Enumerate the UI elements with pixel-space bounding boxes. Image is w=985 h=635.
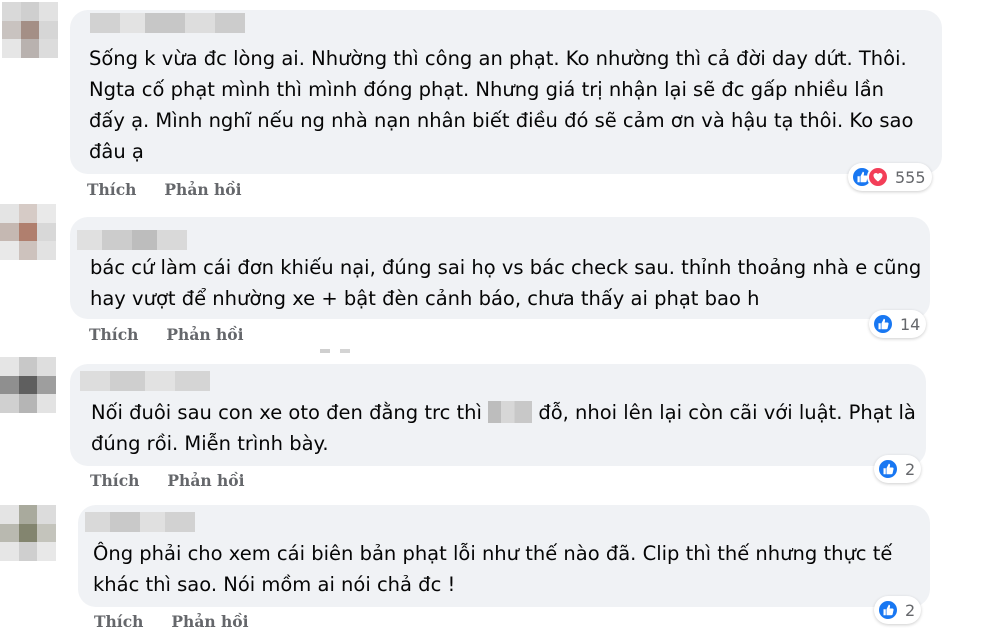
author-name-blurred[interactable] xyxy=(77,230,187,250)
comment-actions: Thích Phản hồi xyxy=(90,471,245,490)
reaction-count: 2 xyxy=(905,459,916,479)
comment-text-line: Nối đuôi sau con xe oto đen đằng trc thì… xyxy=(91,397,916,428)
divider-artifact xyxy=(320,349,360,353)
comment-text-line: đúng rồi. Miễn trình bày. xyxy=(91,432,329,455)
like-icon xyxy=(872,313,894,335)
reaction-summary[interactable]: 555 xyxy=(848,163,932,191)
reaction-count: 2 xyxy=(905,600,916,620)
comment-actions: Thích Phản hồi xyxy=(94,612,249,631)
reaction-summary[interactable]: 2 xyxy=(874,455,922,483)
comment-text-segment: Nối đuôi sau con xe oto đen đằng trc thì xyxy=(91,401,482,424)
comment-text-line: bác cứ làm cái đơn khiếu nại, đúng sai h… xyxy=(90,256,922,279)
like-button[interactable]: Thích xyxy=(89,325,138,344)
reaction-count: 555 xyxy=(895,167,926,187)
censored-word-blur xyxy=(488,401,533,423)
author-name-blurred[interactable] xyxy=(80,371,210,391)
comment-text-line: đâu ạ xyxy=(89,140,144,163)
avatar[interactable] xyxy=(2,2,58,58)
author-name-blurred[interactable] xyxy=(85,512,195,532)
comment-text-line: khác thì sao. Nói mồm ai nói chả đc ! xyxy=(93,573,456,596)
comment-text-line: hay vượt để nhường xe + bật đèn cảnh báo… xyxy=(90,287,760,310)
reaction-count: 14 xyxy=(900,314,921,334)
author-name-blurred[interactable] xyxy=(90,13,245,33)
comment-text-line: Sống k vừa đc lòng ai. Nhường thì công a… xyxy=(89,47,907,70)
avatar[interactable] xyxy=(0,505,56,561)
comment-text-segment: đỗ, nhoi lên lại còn cãi với luật. Phạt … xyxy=(538,401,916,424)
avatar[interactable] xyxy=(0,204,56,260)
avatar[interactable] xyxy=(0,357,56,413)
reply-button[interactable]: Phản hồi xyxy=(166,325,243,344)
reaction-summary[interactable]: 2 xyxy=(874,596,922,624)
reply-button[interactable]: Phản hồi xyxy=(164,180,241,199)
comment-text-line: Ông phải cho xem cái biên bản phạt lỗi n… xyxy=(93,542,893,565)
reaction-summary[interactable]: 14 xyxy=(869,310,927,338)
comment-text-line: đấy ạ. Mình nghĩ nếu ng nhà nạn nhân biế… xyxy=(89,109,914,132)
love-icon xyxy=(867,166,889,188)
like-button[interactable]: Thích xyxy=(87,180,136,199)
comment-actions: Thích Phản hồi xyxy=(87,180,242,199)
comment-text-line: Ngta cố phạt mình thì mình đóng phạt. Nh… xyxy=(89,78,885,101)
like-button[interactable]: Thích xyxy=(94,612,143,631)
like-icon xyxy=(877,458,899,480)
comment-actions: Thích Phản hồi xyxy=(89,325,244,344)
reply-button[interactable]: Phản hồi xyxy=(167,471,244,490)
like-button[interactable]: Thích xyxy=(90,471,139,490)
like-icon xyxy=(877,599,899,621)
reply-button[interactable]: Phản hồi xyxy=(171,612,248,631)
